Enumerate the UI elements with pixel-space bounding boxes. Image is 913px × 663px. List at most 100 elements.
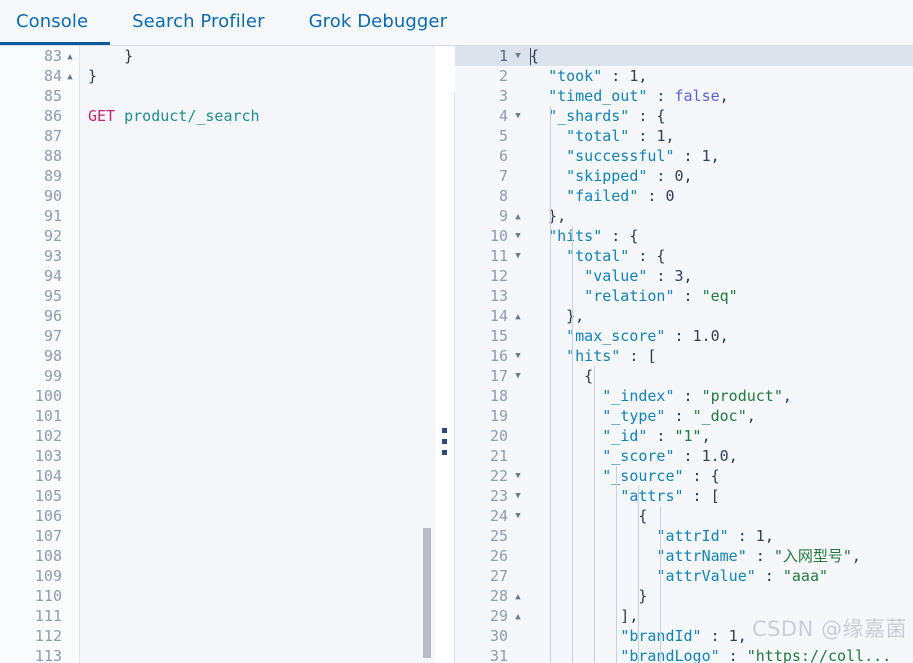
request-code-line[interactable]: [80, 266, 435, 286]
response-code-line[interactable]: "took" : 1,: [528, 66, 913, 86]
response-code-line[interactable]: {: [528, 506, 913, 526]
request-code-line[interactable]: [80, 146, 435, 166]
response-code-line[interactable]: "_id" : "1",: [528, 426, 913, 446]
pane-divider[interactable]: [435, 92, 455, 663]
request-code-line[interactable]: [80, 546, 435, 566]
response-code-line[interactable]: },: [528, 306, 913, 326]
request-editor-pane[interactable]: 83 ▲ 84 ▲ 85 86 87 88 89 90 91 92 93 94 95 96 97 98 99 100 1…: [0, 46, 435, 663]
response-code-line[interactable]: "total" : 1,: [528, 126, 913, 146]
request-code-line[interactable]: [80, 406, 435, 426]
fold-down-icon[interactable]: ▼: [513, 506, 523, 526]
code-token: {: [530, 507, 648, 525]
response-code-line[interactable]: "_score" : 1.0,: [528, 446, 913, 466]
request-code[interactable]: }} GET product/_search: [80, 46, 435, 663]
fold-down-icon[interactable]: ▼: [513, 486, 523, 506]
response-code-line[interactable]: "_shards" : {: [528, 106, 913, 126]
response-code-line[interactable]: {: [528, 366, 913, 386]
response-code-line[interactable]: {: [528, 46, 913, 66]
code-token: ,: [710, 147, 720, 165]
request-code-line[interactable]: [80, 606, 435, 626]
response-code-line[interactable]: "attrs" : [: [528, 486, 913, 506]
response-code-line[interactable]: "_source" : {: [528, 466, 913, 486]
drag-dots-icon[interactable]: [442, 428, 448, 456]
response-code-line[interactable]: },: [528, 206, 913, 226]
request-line-number: 95: [43, 287, 62, 305]
response-code-line[interactable]: "value" : 3,: [528, 266, 913, 286]
request-code-line[interactable]: [80, 466, 435, 486]
response-code-line[interactable]: "failed" : 0: [528, 186, 913, 206]
fold-up-icon[interactable]: ▲: [513, 206, 523, 226]
response-code-line[interactable]: "total" : {: [528, 246, 913, 266]
response-code-line[interactable]: "hits" : {: [528, 226, 913, 246]
code-token: false: [674, 87, 720, 105]
request-code-line[interactable]: }: [80, 66, 435, 86]
request-code-line[interactable]: [80, 286, 435, 306]
tab-grok-debugger[interactable]: Grok Debugger: [287, 0, 470, 45]
tab-console[interactable]: Console: [0, 0, 111, 45]
request-code-line[interactable]: [80, 506, 435, 526]
request-code-line[interactable]: [80, 586, 435, 606]
response-code[interactable]: { "took" : 1, "timed_out" : false, "_sha…: [528, 46, 913, 663]
fold-up-icon[interactable]: ▲: [65, 46, 75, 66]
request-code-line[interactable]: [80, 346, 435, 366]
request-code-line[interactable]: [80, 246, 435, 266]
request-code-line[interactable]: [80, 226, 435, 246]
fold-down-icon[interactable]: ▼: [513, 366, 523, 386]
fold-up-icon[interactable]: ▲: [513, 606, 523, 626]
fold-down-icon[interactable]: ▼: [513, 226, 523, 246]
response-code-line[interactable]: "_type" : "_doc",: [528, 406, 913, 426]
request-code-line[interactable]: [80, 306, 435, 326]
request-code-line[interactable]: [80, 186, 435, 206]
code-token: :: [674, 447, 702, 465]
request-code-line[interactable]: [80, 526, 435, 546]
response-code-line[interactable]: ],: [528, 606, 913, 626]
response-code-line[interactable]: "hits" : [: [528, 346, 913, 366]
request-code-line[interactable]: [80, 326, 435, 346]
fold-down-icon[interactable]: ▼: [513, 246, 523, 266]
response-code-line[interactable]: "skipped" : 0,: [528, 166, 913, 186]
response-code-line[interactable]: "attrId" : 1,: [528, 526, 913, 546]
response-code-line[interactable]: "successful" : 1,: [528, 146, 913, 166]
response-code-line[interactable]: }: [528, 586, 913, 606]
response-code-line[interactable]: "_index" : "product",: [528, 386, 913, 406]
fold-down-icon[interactable]: ▼: [513, 466, 523, 486]
request-scrollbar[interactable]: [423, 46, 431, 663]
request-code-line[interactable]: [80, 426, 435, 446]
request-scrollbar-thumb[interactable]: [423, 528, 431, 658]
code-token: : {: [629, 107, 666, 125]
request-code-line[interactable]: [80, 446, 435, 466]
fold-up-icon[interactable]: ▲: [65, 66, 75, 86]
fold-up-icon[interactable]: ▲: [513, 306, 523, 326]
request-code-line[interactable]: [80, 166, 435, 186]
tab-search-profiler[interactable]: Search Profiler: [110, 0, 286, 45]
fold-up-icon[interactable]: ▲: [513, 586, 523, 606]
response-code-line[interactable]: "attrValue" : "aaa": [528, 566, 913, 586]
request-code-line[interactable]: [80, 646, 435, 663]
request-code-line[interactable]: [80, 366, 435, 386]
request-code-line[interactable]: [80, 386, 435, 406]
request-code-line[interactable]: [80, 486, 435, 506]
response-code-line[interactable]: "attrName" : "入网型号",: [528, 546, 913, 566]
response-code-line[interactable]: "relation" : "eq": [528, 286, 913, 306]
request-line-number: 84 ▲: [0, 66, 80, 86]
response-code-line[interactable]: "brandLogo" : "https://coll...: [528, 646, 913, 663]
fold-down-icon[interactable]: ▼: [513, 346, 523, 366]
request-code-line[interactable]: [80, 126, 435, 146]
request-code-line[interactable]: [80, 206, 435, 226]
response-code-line[interactable]: "max_score" : 1.0,: [528, 326, 913, 346]
response-viewer-pane[interactable]: 1 ▼ 2 3 4 ▼ 5 6 7 8 9 ▲ 10 ▼ 11 ▼ 12 13 14 ▲ 15 16 ▼ 17 ▼ 18 19 20 2…: [455, 46, 913, 663]
request-code-line[interactable]: GET product/_search: [80, 106, 435, 126]
request-code-line[interactable]: [80, 626, 435, 646]
fold-down-icon[interactable]: ▼: [513, 46, 523, 66]
request-line-number: 113: [34, 647, 62, 663]
response-line-number: 20: [489, 427, 508, 445]
request-code-line[interactable]: }: [80, 46, 435, 66]
request-code-line[interactable]: [80, 86, 435, 106]
request-code-line[interactable]: [80, 566, 435, 586]
response-code-line[interactable]: "timed_out" : false,: [528, 86, 913, 106]
fold-down-icon[interactable]: ▼: [513, 106, 523, 126]
response-code-line[interactable]: "brandId" : 1,: [528, 626, 913, 646]
